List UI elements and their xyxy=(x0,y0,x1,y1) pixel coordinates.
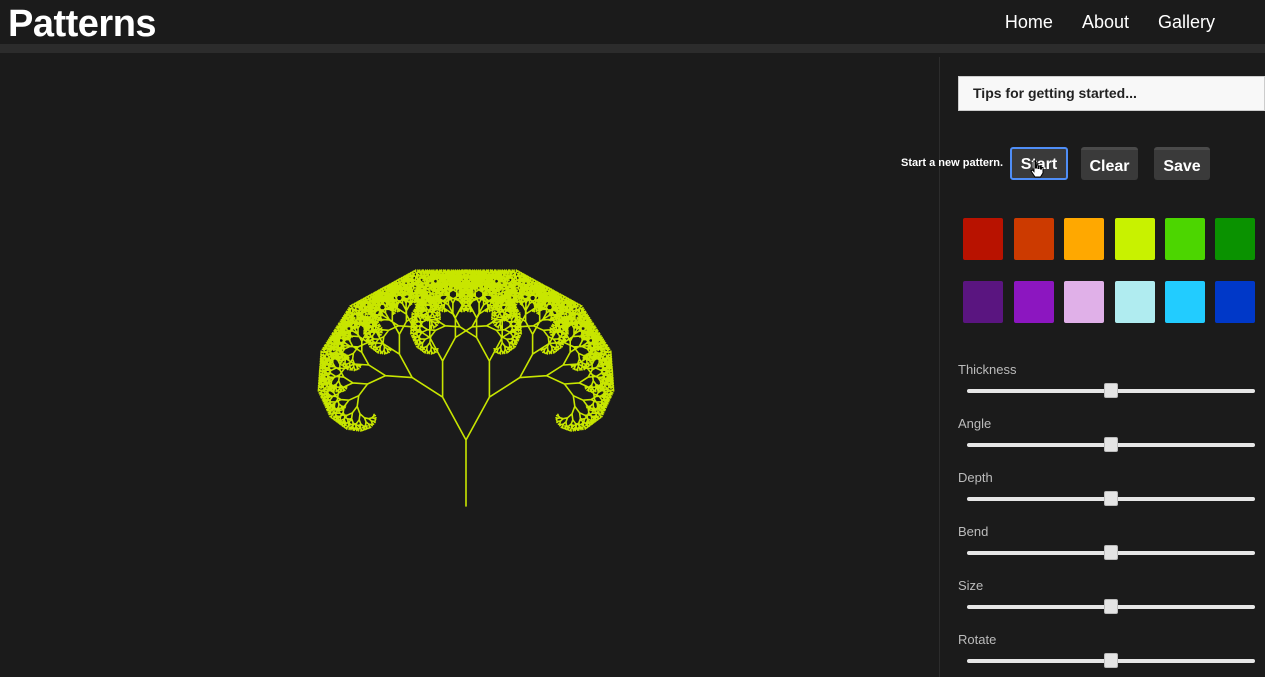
pattern-canvas[interactable] xyxy=(0,53,939,677)
header-divider xyxy=(0,44,1265,53)
clear-button[interactable]: Clear xyxy=(1081,147,1138,180)
color-swatch[interactable] xyxy=(1115,281,1155,323)
tips-dropdown[interactable]: Tips for getting started... xyxy=(958,76,1265,111)
color-swatch[interactable] xyxy=(963,281,1003,323)
top-bar: Patterns Home About Gallery xyxy=(0,0,1265,46)
start-button[interactable]: Start xyxy=(1010,147,1068,180)
color-swatch[interactable] xyxy=(1014,218,1054,260)
slider-thumb[interactable] xyxy=(1104,383,1118,398)
brand-logo[interactable]: Patterns xyxy=(8,2,157,46)
bend-slider[interactable] xyxy=(967,545,1255,560)
color-swatch[interactable] xyxy=(1115,218,1155,260)
size-slider[interactable] xyxy=(967,599,1255,614)
slider-label: Rotate xyxy=(958,632,997,647)
slider-label: Angle xyxy=(958,416,992,431)
nav-gallery-link[interactable]: Gallery xyxy=(1158,0,1215,44)
slider-thumb[interactable] xyxy=(1104,437,1118,452)
color-swatch[interactable] xyxy=(1165,281,1205,323)
rotate-slider[interactable] xyxy=(967,653,1255,668)
slider-label: Size xyxy=(958,578,984,593)
color-swatch[interactable] xyxy=(1165,218,1205,260)
depth-slider[interactable] xyxy=(967,491,1255,506)
color-swatch[interactable] xyxy=(1064,281,1104,323)
slider-label: Depth xyxy=(958,470,993,485)
start-hint: Start a new pattern. xyxy=(901,157,1004,169)
slider-label: Bend xyxy=(958,524,989,539)
slider-thumb[interactable] xyxy=(1104,653,1118,668)
thickness-slider[interactable] xyxy=(967,383,1255,398)
slider-thumb[interactable] xyxy=(1104,491,1118,506)
color-swatch[interactable] xyxy=(1014,281,1054,323)
color-swatch[interactable] xyxy=(1215,218,1255,260)
slider-label: Thickness xyxy=(958,362,1017,377)
save-button[interactable]: Save xyxy=(1154,147,1210,180)
nav-home-link[interactable]: Home xyxy=(1005,0,1053,44)
nav-about-link[interactable]: About xyxy=(1082,0,1129,44)
slider-thumb[interactable] xyxy=(1104,545,1118,560)
color-swatch[interactable] xyxy=(1064,218,1104,260)
color-swatch[interactable] xyxy=(963,218,1003,260)
angle-slider[interactable] xyxy=(967,437,1255,452)
slider-thumb[interactable] xyxy=(1104,599,1118,614)
main-nav: Home About Gallery xyxy=(1005,0,1215,44)
fractal-tree xyxy=(317,269,615,507)
color-swatch[interactable] xyxy=(1215,281,1255,323)
